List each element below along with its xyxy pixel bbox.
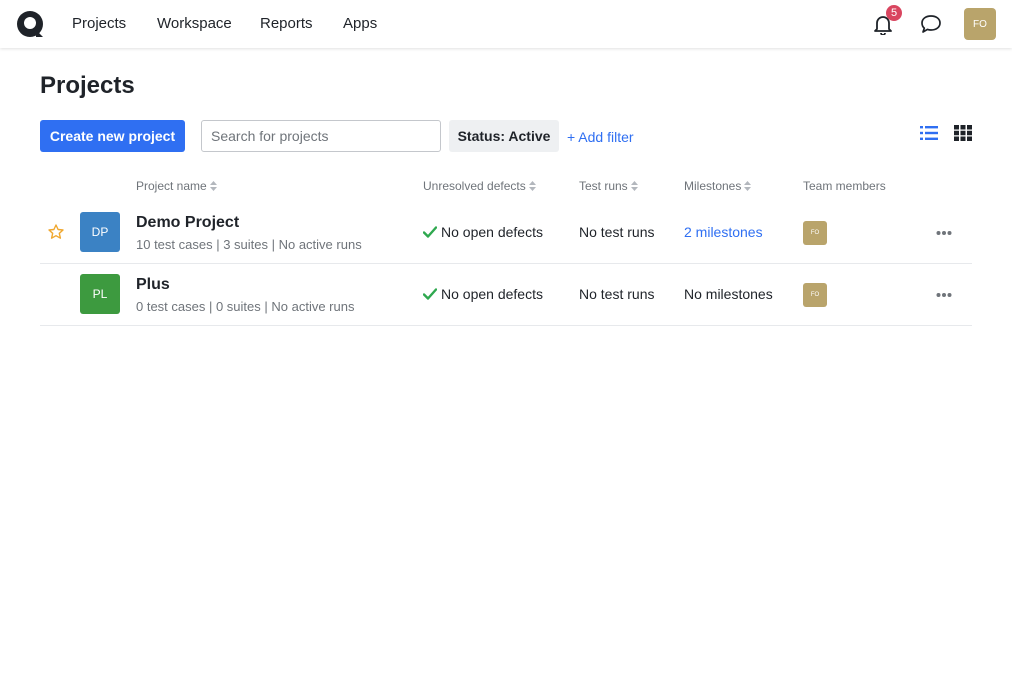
project-name-link[interactable]: Plus: [136, 276, 170, 294]
test-runs-status: No test runs: [579, 286, 655, 302]
chat-icon[interactable]: [920, 14, 942, 34]
project-avatar[interactable]: PL: [80, 274, 120, 314]
column-header-milestones[interactable]: Milestones: [684, 179, 752, 193]
list-view-icon[interactable]: [920, 125, 938, 141]
project-name-link[interactable]: Demo Project: [136, 214, 239, 232]
star-icon[interactable]: [48, 224, 64, 240]
sort-icon: [744, 181, 752, 191]
search-projects-input[interactable]: [201, 120, 441, 152]
defects-label: No open defects: [441, 224, 543, 240]
project-meta: 0 test cases | 0 suites | No active runs: [136, 299, 355, 314]
project-avatar[interactable]: DP: [80, 212, 120, 252]
status-filter-button[interactable]: Status: Active: [449, 120, 559, 152]
check-icon: [423, 226, 437, 238]
defects-status: No open defects: [423, 286, 543, 302]
column-header-team-members: Team members: [803, 179, 886, 193]
nav-reports[interactable]: Reports: [260, 15, 313, 32]
user-avatar[interactable]: FO: [964, 8, 996, 40]
add-filter-link[interactable]: + Add filter: [567, 129, 634, 145]
column-header-label: Test runs: [579, 179, 628, 193]
notification-count-badge: 5: [886, 5, 902, 21]
sort-icon: [630, 181, 638, 191]
nav-workspace[interactable]: Workspace: [157, 15, 232, 32]
column-header-project-name[interactable]: Project name: [136, 179, 217, 193]
sort-icon: [528, 181, 536, 191]
nav-apps[interactable]: Apps: [343, 15, 377, 32]
team-member-avatar[interactable]: FO: [803, 283, 827, 307]
column-header-unresolved-defects[interactable]: Unresolved defects: [423, 179, 536, 193]
nav-projects[interactable]: Projects: [72, 15, 126, 32]
milestones-link[interactable]: 2 milestones: [684, 224, 763, 240]
table-row: DP Demo Project 10 test cases | 3 suites…: [40, 202, 972, 264]
grid-view-icon[interactable]: [954, 125, 972, 141]
defects-label: No open defects: [441, 286, 543, 302]
more-options-icon[interactable]: [936, 230, 952, 236]
app-logo-icon[interactable]: [16, 10, 44, 38]
top-navbar: Projects Workspace Reports Apps 5 FO: [0, 0, 1012, 48]
column-header-label: Project name: [136, 179, 207, 193]
more-options-icon[interactable]: [936, 292, 952, 298]
column-header-test-runs[interactable]: Test runs: [579, 179, 638, 193]
page-title: Projects: [40, 72, 135, 99]
create-project-button[interactable]: Create new project: [40, 120, 185, 152]
sort-icon: [209, 181, 217, 191]
column-header-label: Team members: [803, 179, 886, 193]
table-row: PL Plus 0 test cases | 0 suites | No act…: [40, 264, 972, 326]
milestones-status: No milestones: [684, 286, 773, 302]
team-member-avatar[interactable]: FO: [803, 221, 827, 245]
project-meta: 10 test cases | 3 suites | No active run…: [136, 237, 362, 252]
check-icon: [423, 288, 437, 300]
column-header-label: Unresolved defects: [423, 179, 526, 193]
test-runs-status: No test runs: [579, 224, 655, 240]
column-header-label: Milestones: [684, 179, 742, 193]
defects-status: No open defects: [423, 224, 543, 240]
